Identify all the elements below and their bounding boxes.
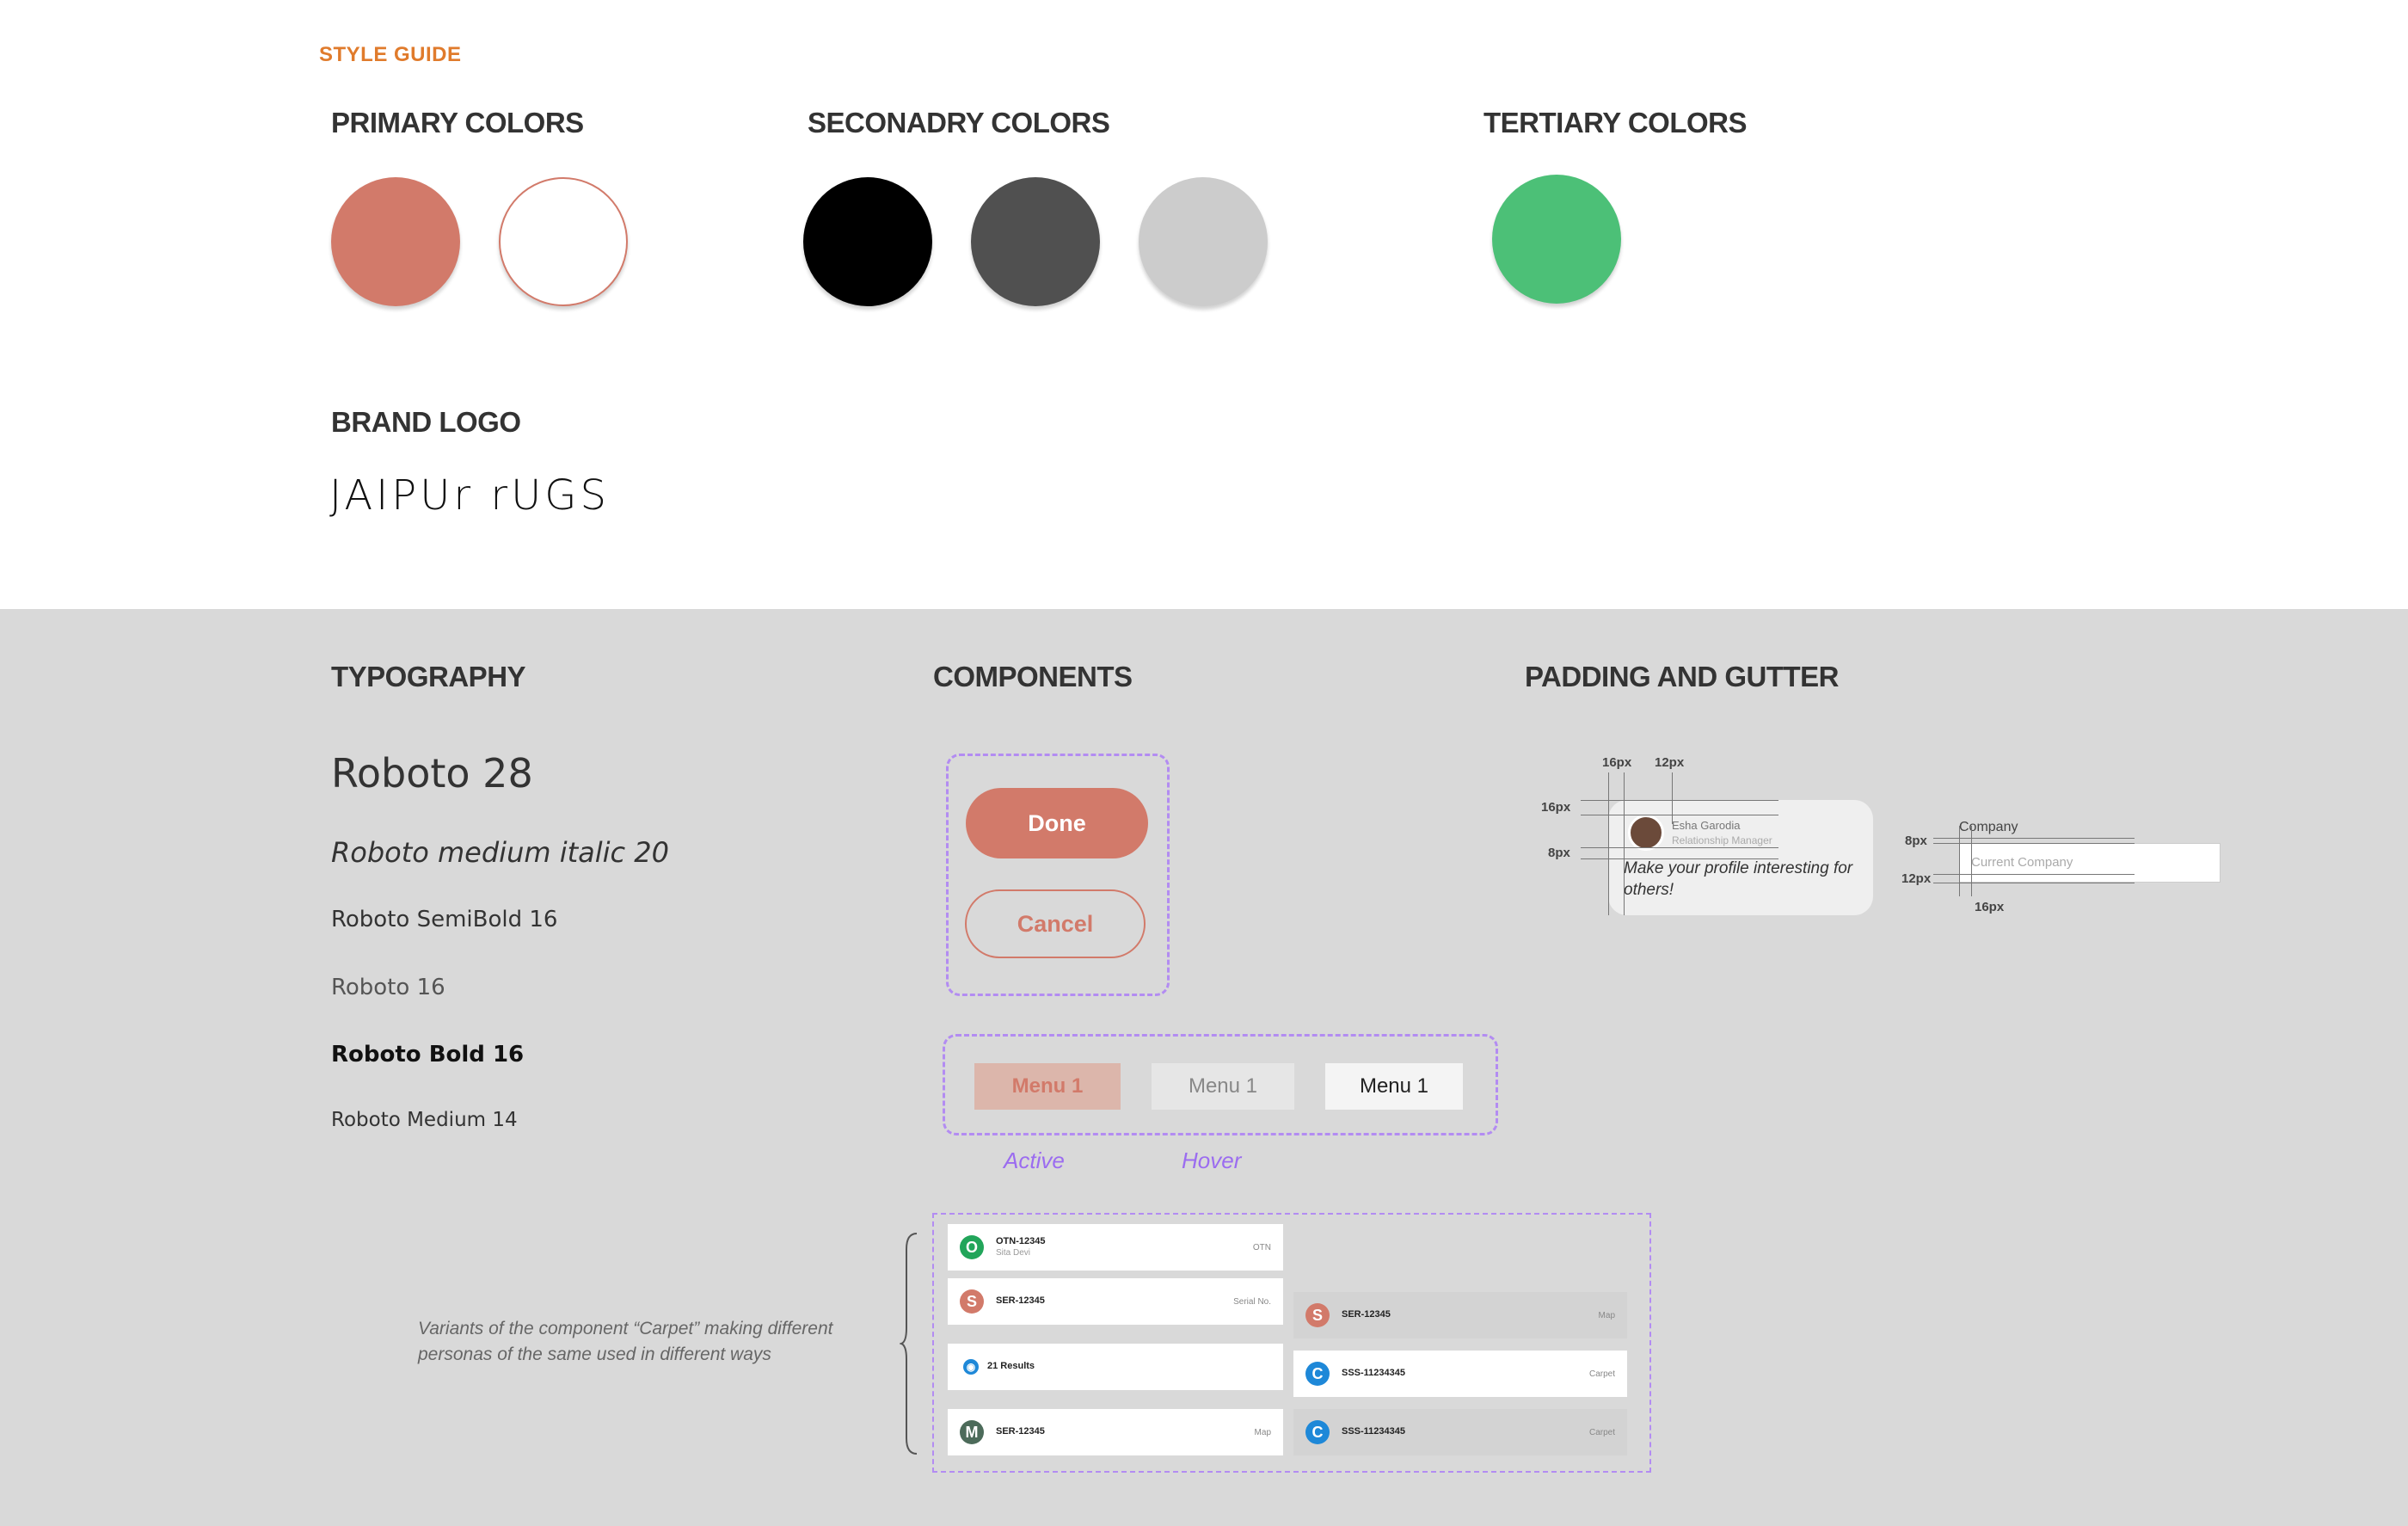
padding-gutter-title: PADDING AND GUTTER (1525, 661, 1840, 692)
carpet-item[interactable]: S SER-12345 Map (1293, 1292, 1627, 1338)
carpet-brace-icon (900, 1233, 918, 1455)
profile-prompt: Make your profile interesting for others… (1624, 859, 1853, 899)
guide-line (1624, 772, 1625, 915)
carpet-tag: OTN (1252, 1242, 1271, 1252)
carpet-tag: Carpet (1588, 1427, 1615, 1437)
results-icon: ◉ (963, 1359, 979, 1375)
gutter-label-16-field: 16px (1975, 900, 2005, 914)
carpet-id: SSS-11234345 (1342, 1368, 1406, 1379)
gutter-label-8-left: 8px (1548, 846, 1570, 860)
secondary-color-swatch-2 (971, 177, 1100, 306)
carpet-subtitle: Sita Devi (996, 1248, 1031, 1258)
menu-item-active[interactable]: Menu 1 (974, 1063, 1121, 1110)
primary-colors-title: PRIMARY COLORS (331, 107, 584, 138)
hover-state-label: Hover (1182, 1148, 1242, 1173)
carpet-id: SER-12345 (996, 1426, 1045, 1437)
carpet-item[interactable]: M SER-12345 Map (948, 1409, 1283, 1455)
done-button[interactable]: Done (966, 788, 1148, 858)
carpet-id: SER-12345 (1342, 1309, 1391, 1320)
carpet-avatar-icon: O (960, 1235, 984, 1259)
guide-line (1581, 847, 1778, 848)
carpet-tag: Carpet (1588, 1369, 1615, 1379)
guide-line (1581, 858, 1778, 859)
tertiary-colors-title: TERTIARY COLORS (1484, 107, 1748, 138)
guide-line (1672, 772, 1673, 824)
carpet-id: SSS-11234345 (1342, 1426, 1406, 1437)
company-field-placeholder: Current Company (1971, 855, 2073, 870)
carpet-results-item[interactable]: ◉ 21 Results (948, 1344, 1283, 1390)
carpet-id: SER-12345 (996, 1295, 1045, 1307)
type-sample-medium-14: Roboto Medium 14 (331, 1109, 518, 1131)
secondary-colors-title: SECONADRY COLORS (808, 107, 1110, 138)
type-sample-semibold-16: Roboto SemiBold 16 (331, 907, 558, 932)
carpet-avatar-icon: C (1305, 1420, 1330, 1444)
secondary-color-swatch-1 (803, 177, 932, 306)
carpet-tag: Serial No. (1233, 1296, 1271, 1307)
brand-logo: JAIPUr rUGS (329, 471, 610, 520)
profile-role: Relationship Manager (1672, 834, 1772, 846)
primary-color-swatch-1 (331, 177, 460, 306)
guide-line (1933, 838, 2135, 839)
menu-item-hover[interactable]: Menu 1 (1152, 1063, 1294, 1110)
type-sample-bold-16: Roboto Bold 16 (331, 1042, 525, 1068)
carpet-variants-note: Variants of the component “Carpet” makin… (418, 1319, 833, 1365)
gutter-label-12-field: 12px (1901, 871, 1932, 886)
carpet-avatar-icon: S (960, 1289, 984, 1314)
brand-logo-title: BRAND LOGO (331, 406, 521, 438)
components-title: COMPONENTS (933, 661, 1133, 692)
guide-line (1581, 800, 1778, 801)
guide-line (1608, 772, 1609, 915)
profile-name: Esha Garodia (1672, 819, 1741, 832)
gutter-label-16-top: 16px (1602, 755, 1632, 770)
carpet-avatar-icon: C (1305, 1362, 1330, 1386)
carpet-item[interactable]: C SSS-11234345 Carpet (1293, 1409, 1627, 1455)
guide-line (1933, 843, 2135, 844)
menu-item-default[interactable]: Menu 1 (1325, 1063, 1463, 1110)
guide-line (1959, 826, 1960, 896)
type-sample-roboto-28: Roboto 28 (331, 750, 533, 797)
carpet-item[interactable]: C SSS-11234345 Carpet (1293, 1351, 1627, 1397)
type-sample-roboto-16: Roboto 16 (331, 975, 445, 1000)
carpet-item[interactable]: S SER-12345 Serial No. (948, 1278, 1283, 1325)
carpet-id: OTN-12345 (996, 1235, 1046, 1246)
guide-line (1933, 874, 2135, 875)
gutter-label-16-left: 16px (1541, 800, 1571, 815)
gutter-label-8-field: 8px (1905, 834, 1927, 848)
field-label: Company (1959, 820, 2018, 834)
style-guide-eyebrow: STYLE GUIDE (319, 43, 462, 66)
secondary-color-swatch-3 (1139, 177, 1268, 306)
carpet-item[interactable]: O OTN-12345 Sita Devi OTN (948, 1224, 1283, 1271)
active-state-label: Active (1004, 1148, 1065, 1173)
carpet-tag: Map (1598, 1310, 1615, 1320)
tertiary-color-swatch-1 (1492, 175, 1621, 304)
type-sample-medium-italic-20: Roboto medium italic 20 (331, 836, 669, 869)
carpet-avatar-icon: S (1305, 1303, 1330, 1327)
carpet-tag: Map (1254, 1427, 1271, 1437)
carpet-avatar-icon: M (960, 1420, 984, 1444)
cancel-button[interactable]: Cancel (965, 889, 1146, 958)
primary-color-swatch-2 (499, 177, 628, 306)
results-count: 21 Results (987, 1361, 1035, 1372)
typography-title: TYPOGRAPHY (331, 661, 526, 692)
avatar (1628, 815, 1664, 851)
guide-line (1971, 826, 1972, 896)
gutter-label-12-top: 12px (1655, 755, 1685, 770)
